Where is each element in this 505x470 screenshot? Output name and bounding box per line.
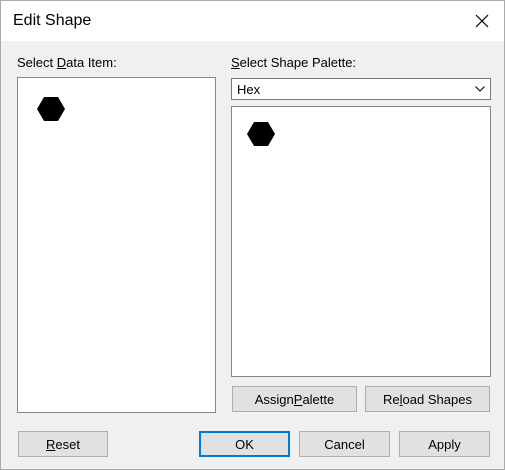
title-bar: Edit Shape bbox=[1, 1, 504, 41]
reset-button[interactable]: Reset bbox=[18, 431, 108, 457]
hexagon-icon bbox=[37, 97, 65, 121]
data-item-list[interactable] bbox=[17, 77, 216, 413]
shape-palette-select[interactable]: Hex bbox=[231, 78, 491, 100]
reload-shapes-button[interactable]: Re l oad Shapes bbox=[365, 386, 490, 412]
edit-shape-dialog: Edit Shape Select Data Item: Select Shap… bbox=[0, 0, 505, 470]
apply-button[interactable]: Apply bbox=[399, 431, 490, 457]
hexagon-icon bbox=[247, 122, 275, 146]
list-item[interactable] bbox=[36, 96, 66, 122]
dialog-title: Edit Shape bbox=[13, 12, 92, 29]
select-data-item-label: Select Data Item: bbox=[17, 55, 117, 70]
shape-palette-value: Hex bbox=[237, 82, 261, 97]
palette-shape-item[interactable] bbox=[246, 121, 276, 147]
assign-palette-button[interactable]: Assign Palette bbox=[232, 386, 357, 412]
palette-shape-list[interactable] bbox=[231, 106, 491, 377]
select-shape-palette-label: Select Shape Palette: bbox=[231, 55, 357, 70]
cancel-button[interactable]: Cancel bbox=[299, 431, 390, 457]
chevron-down-icon bbox=[475, 86, 485, 92]
close-icon bbox=[475, 14, 489, 28]
ok-button[interactable]: OK bbox=[199, 431, 290, 457]
close-button[interactable] bbox=[464, 5, 500, 37]
